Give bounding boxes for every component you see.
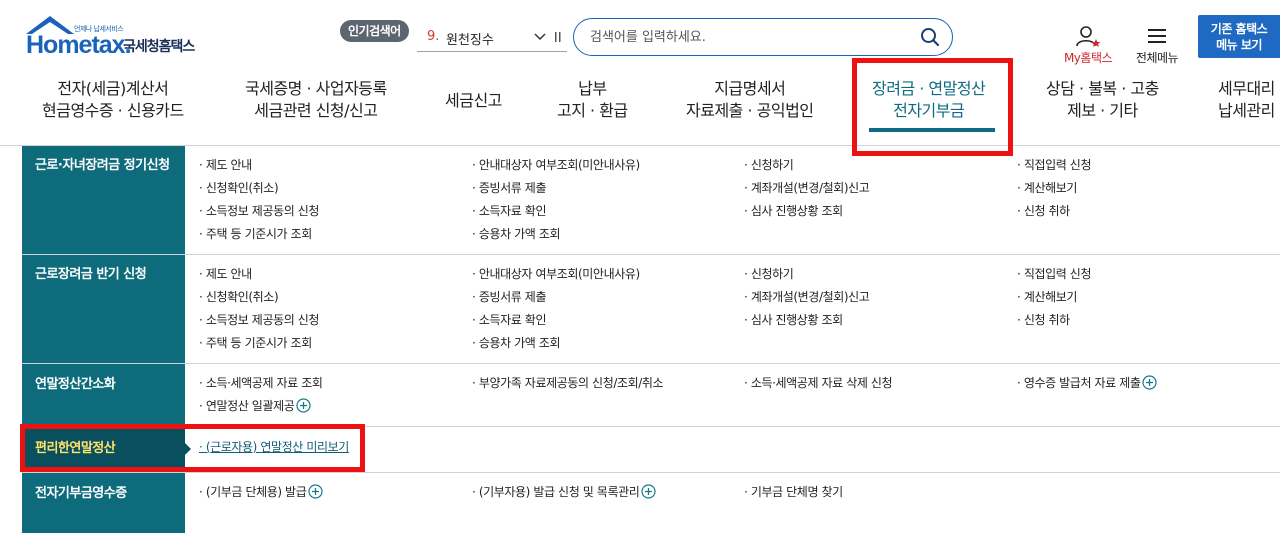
submenu-panel: 근로·자녀장려금 정기신청 · 제도 안내 · 안내대상자 여부조회(미안내사유… [22, 146, 1280, 533]
nav-tax-certificate-line1: 국세증명 · 사업자등록 [245, 79, 387, 98]
link-car-price[interactable]: · 승용차 가액 조회 [472, 226, 561, 242]
highlight-box-category [20, 424, 365, 472]
category-earned-income-incentive[interactable]: 근로·자녀장려금 정기신청 [22, 146, 185, 176]
nav-consultation-line2: 제보 · 기타 [1067, 101, 1138, 120]
logo-korean-name: 국세청홈택스 [123, 39, 195, 55]
link-donor-issue-label: · (기부자용) 발급 신청 및 목록관리 [472, 485, 640, 499]
link-submit-evidence[interactable]: · 증빙서류 제출 [472, 289, 546, 305]
plus-circle-icon[interactable] [296, 398, 311, 413]
link-deduction-delete[interactable]: · 소득·세액공제 자료 삭제 신청 [744, 375, 893, 391]
link-year-end-bulk-label: · 연말정산 일괄제공 [199, 399, 295, 413]
all-menu-button[interactable]: 전체메뉴 [1132, 24, 1182, 65]
link-donation-org-issue-label: · (기부금 단체용) 발급 [199, 485, 307, 499]
link-income-check[interactable]: · 소득자료 확인 [472, 312, 546, 328]
submenu-row: 연말정산간소화 · 소득·세액공제 자료 조회 · 부양가족 자료제공동의 신청… [22, 364, 1280, 427]
pause-icon[interactable] [554, 31, 562, 43]
nav-tax-filing-line1: 세금신고 [445, 91, 502, 110]
link-receipt-issuer-submit[interactable]: · 영수증 발급처 자료 제출 [1017, 375, 1158, 391]
link-donation-org-search[interactable]: · 기부금 단체명 찾기 [744, 484, 843, 500]
plus-circle-icon[interactable] [308, 484, 323, 499]
top-header: 언제나 납세서비스 Hometax. 국세청홈택스 인기검색어 9. 원천징수 … [0, 0, 1280, 65]
highlight-box-nav [852, 58, 1013, 156]
old-hometax-line2: 메뉴 보기 [1216, 38, 1262, 52]
link-dependent-consent[interactable]: · 부양가족 자료제공동의 신청/조회/취소 [472, 375, 664, 391]
old-hometax-line1: 기존 홈택스 [1210, 22, 1268, 36]
link-income-check[interactable]: · 소득자료 확인 [472, 203, 546, 219]
nav-payment-statement[interactable]: 지급명세서 자료제출 · 공익법인 [686, 78, 814, 122]
nav-e-invoice[interactable]: 전자(세금)계산서 현금영수증 · 신용카드 [42, 78, 184, 122]
link-account-change[interactable]: · 계좌개설(변경/철회)신고 [744, 289, 870, 305]
nav-payment-statement-line2: 자료제출 · 공익법인 [686, 101, 814, 120]
category-semiannual-incentive[interactable]: 근로장려금 반기 신청 [22, 255, 185, 285]
nav-payment[interactable]: 납부 고지 · 환급 [557, 78, 628, 122]
link-target-check[interactable]: · 안내대상자 여부조회(미안내사유) [472, 157, 640, 173]
popular-search-ticker[interactable]: 9. 원천징수 [417, 24, 567, 52]
nav-payment-line1: 납부 [578, 79, 607, 98]
link-apply[interactable]: · 신청하기 [744, 157, 794, 173]
search-icon[interactable] [920, 27, 940, 47]
old-hometax-menu-button[interactable]: 기존 홈택스 메뉴 보기 [1198, 15, 1280, 58]
user-icon [1076, 26, 1101, 47]
link-year-end-bulk[interactable]: · 연말정산 일괄제공 [199, 398, 311, 414]
category-e-donation-receipt[interactable]: 전자기부금영수증 [22, 473, 185, 504]
search-input[interactable] [590, 27, 910, 47]
link-review-status[interactable]: · 심사 진행상황 조회 [744, 312, 843, 328]
my-hometax-button[interactable]: My홈택스 [1060, 24, 1116, 65]
nav-payment-statement-line1: 지급명세서 [714, 79, 786, 98]
link-confirm-cancel[interactable]: · 신청확인(취소) [199, 180, 279, 196]
popular-search-badge: 인기검색어 [340, 20, 409, 42]
link-income-consent[interactable]: · 소득정보 제공동의 신청 [199, 312, 319, 328]
link-withdraw[interactable]: · 신청 취하 [1017, 203, 1070, 219]
nav-tax-agent-line2: 납세관리 [1218, 101, 1275, 120]
nav-tax-agent[interactable]: 세무대리 납세관리 [1218, 78, 1275, 122]
category-year-end-simplified[interactable]: 연말정산간소화 [22, 364, 185, 395]
link-submit-evidence[interactable]: · 증빙서류 제출 [472, 180, 546, 196]
link-direct-apply[interactable]: · 직접입력 신청 [1017, 266, 1091, 282]
nav-e-invoice-line1: 전자(세금)계산서 [57, 79, 169, 98]
link-apply[interactable]: · 신청하기 [744, 266, 794, 282]
plus-circle-icon[interactable] [641, 484, 656, 499]
popular-search-keyword[interactable]: 원천징수 [446, 29, 494, 48]
hometax-logo[interactable]: 언제나 납세서비스 Hometax. 국세청홈택스 [22, 14, 222, 59]
nav-tax-agent-line1: 세무대리 [1218, 79, 1275, 98]
plus-circle-icon[interactable] [1142, 375, 1158, 390]
popular-search-rank: 9. [427, 29, 440, 44]
link-donation-org-issue[interactable]: · (기부금 단체용) 발급 [199, 484, 323, 500]
hamburger-menu-icon [1148, 29, 1166, 43]
nav-consultation-line1: 상담 · 불복 · 고충 [1046, 79, 1159, 98]
link-account-change[interactable]: · 계좌개설(변경/철회)신고 [744, 180, 870, 196]
link-house-price[interactable]: · 주택 등 기준시가 조회 [199, 226, 312, 242]
logo-brand: Hometax. [26, 31, 132, 59]
link-donor-issue[interactable]: · (기부자용) 발급 신청 및 목록관리 [472, 484, 656, 500]
link-confirm-cancel[interactable]: · 신청확인(취소) [199, 289, 279, 305]
chevron-down-icon[interactable] [533, 30, 547, 44]
link-house-price[interactable]: · 주택 등 기준시가 조회 [199, 335, 312, 351]
main-navigation: 전자(세금)계산서 현금영수증 · 신용카드 국세증명 · 사업자등록 세금관련… [0, 62, 1280, 146]
link-calculate[interactable]: · 계산해보기 [1017, 289, 1077, 305]
search-box [573, 18, 953, 56]
submenu-row: 근로·자녀장려금 정기신청 · 제도 안내 · 안내대상자 여부조회(미안내사유… [22, 146, 1280, 255]
link-withdraw[interactable]: · 신청 취하 [1017, 312, 1070, 328]
nav-payment-line2: 고지 · 환급 [557, 101, 628, 120]
submenu-row: 전자기부금영수증 · (기부금 단체용) 발급 · (기부자용) 발급 신청 및… [22, 473, 1280, 533]
nav-consultation[interactable]: 상담 · 불복 · 고충 제보 · 기타 [1046, 78, 1159, 122]
link-target-check[interactable]: · 안내대상자 여부조회(미안내사유) [472, 266, 640, 282]
link-calculate[interactable]: · 계산해보기 [1017, 180, 1077, 196]
link-car-price[interactable]: · 승용차 가액 조회 [472, 335, 561, 351]
link-direct-apply[interactable]: · 직접입력 신청 [1017, 157, 1091, 173]
link-deduction-lookup[interactable]: · 소득·세액공제 자료 조회 [199, 375, 323, 391]
nav-tax-certificate[interactable]: 국세증명 · 사업자등록 세금관련 신청/신고 [245, 78, 387, 122]
nav-e-invoice-line2: 현금영수증 · 신용카드 [42, 101, 184, 120]
link-income-consent[interactable]: · 소득정보 제공동의 신청 [199, 203, 319, 219]
submenu-row: 근로장려금 반기 신청 · 제도 안내 · 안내대상자 여부조회(미안내사유) … [22, 255, 1280, 364]
nav-tax-filing[interactable]: 세금신고 [445, 90, 502, 112]
link-system-guide[interactable]: · 제도 안내 [199, 266, 252, 282]
link-system-guide[interactable]: · 제도 안내 [199, 157, 252, 173]
nav-tax-certificate-line2: 세금관련 신청/신고 [254, 101, 378, 120]
link-review-status[interactable]: · 심사 진행상황 조회 [744, 203, 843, 219]
link-receipt-issuer-submit-label: · 영수증 발급처 자료 제출 [1017, 376, 1141, 390]
